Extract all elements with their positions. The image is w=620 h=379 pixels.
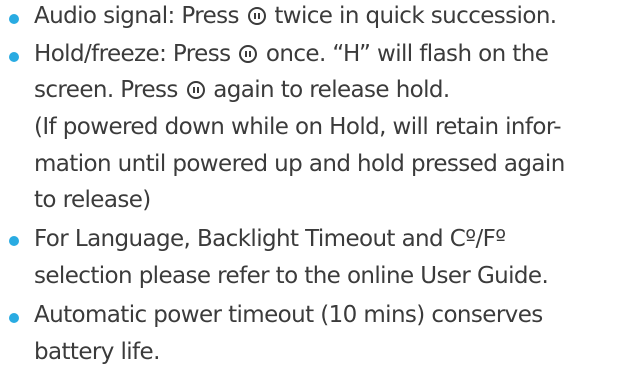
hold-button-icon bbox=[247, 7, 266, 25]
text-segment: again to release hold. bbox=[206, 77, 450, 103]
bullet-dot bbox=[9, 313, 19, 323]
text-line: to release) bbox=[34, 187, 151, 213]
bullet-dot bbox=[9, 52, 19, 62]
text-line: Audio signal: Press twice in quick succe… bbox=[34, 2, 557, 30]
text-segment: once. “H” will flash on the bbox=[259, 41, 549, 67]
instruction-list: Audio signal: Press twice in quick succe… bbox=[0, 0, 620, 379]
text-line: screen. Press again to release hold. bbox=[34, 76, 450, 104]
text-line: (If powered down while on Hold, will ret… bbox=[34, 114, 562, 140]
text-segment: screen. Press bbox=[34, 77, 185, 103]
text-segment: twice in quick succession. bbox=[267, 3, 557, 29]
hold-button-icon bbox=[239, 45, 258, 63]
bullet-dot bbox=[9, 236, 19, 246]
text-line: For Language, Backlight Timeout and Cº/F… bbox=[34, 226, 506, 252]
text-segment: Hold/freeze: Press bbox=[34, 41, 238, 67]
bullet-dot bbox=[9, 14, 19, 24]
text-line: Hold/freeze: Press once. “H” will flash … bbox=[34, 40, 549, 68]
text-line: selection please refer to the online Use… bbox=[34, 263, 549, 289]
text-segment: Audio signal: Press bbox=[34, 3, 246, 29]
text-line: Automatic power timeout (10 mins) conser… bbox=[34, 302, 543, 328]
hold-button-icon bbox=[186, 81, 205, 99]
text-line: mation until powered up and hold pressed… bbox=[34, 151, 565, 177]
text-line: battery life. bbox=[34, 339, 160, 365]
